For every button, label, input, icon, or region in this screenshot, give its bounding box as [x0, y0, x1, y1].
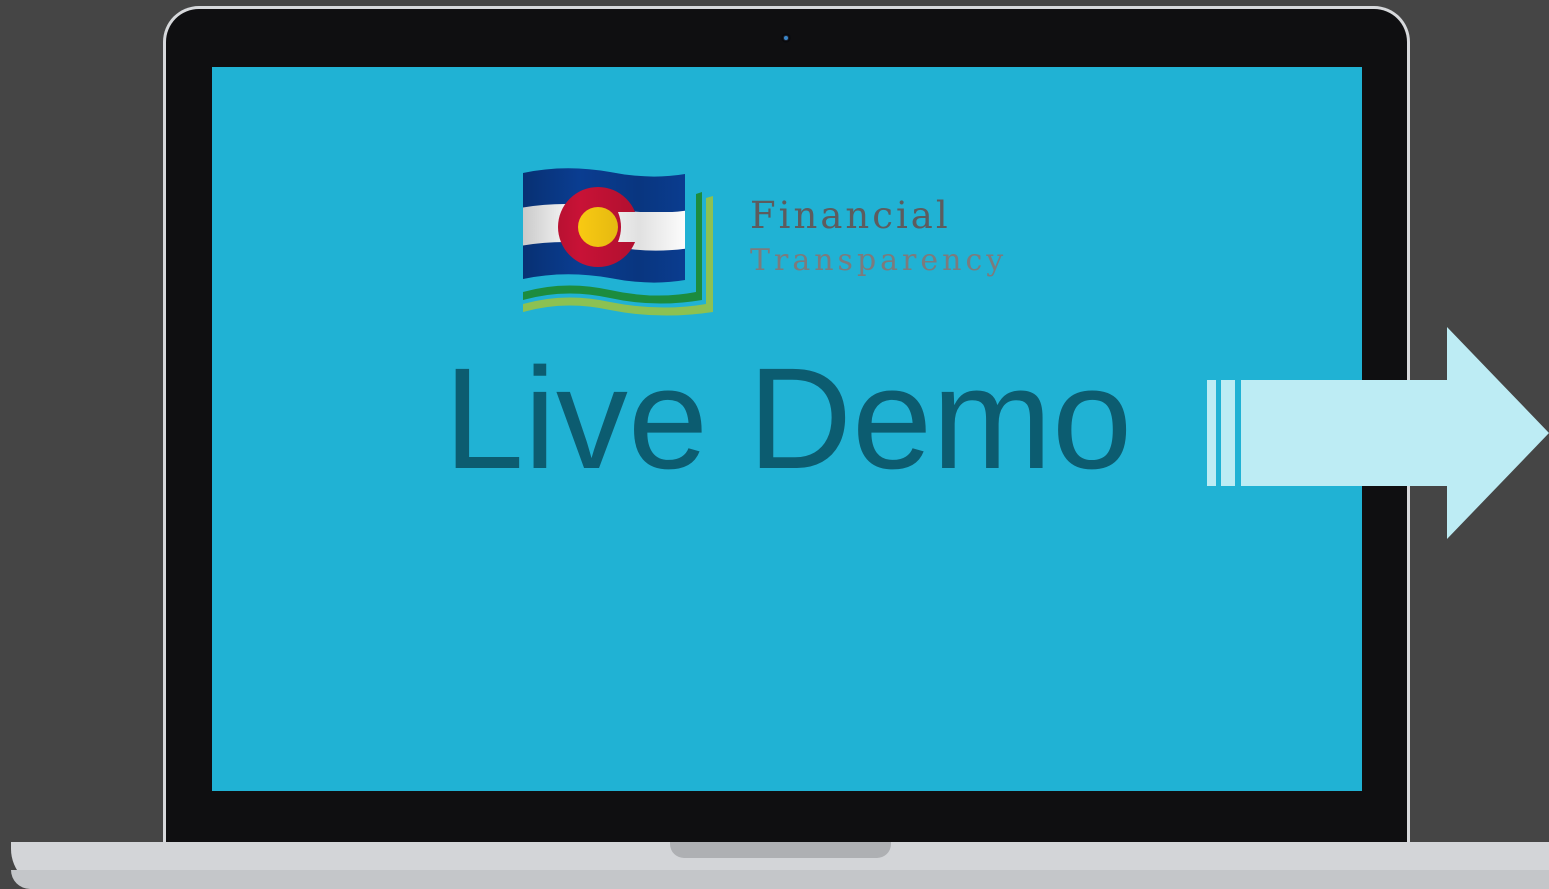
laptop-hinge-notch — [670, 842, 891, 858]
camera-icon — [781, 33, 791, 43]
laptop-base — [11, 842, 1549, 889]
colorado-flag-icon — [523, 168, 713, 316]
arrow-right-icon — [1207, 327, 1549, 539]
logo-word-transparency: Transparency — [750, 243, 1008, 278]
live-demo-heading: Live Demo — [212, 347, 1362, 491]
logo-word-financial: Financial — [750, 194, 951, 237]
laptop-base-shade — [11, 870, 1549, 889]
financial-transparency-logo: Financial Transparency — [520, 164, 1020, 316]
next-arrow-button[interactable] — [1207, 327, 1549, 539]
live-demo-text: Live Demo — [443, 338, 1133, 499]
presentation-slide: Financial Transparency Live Demo — [212, 67, 1362, 791]
